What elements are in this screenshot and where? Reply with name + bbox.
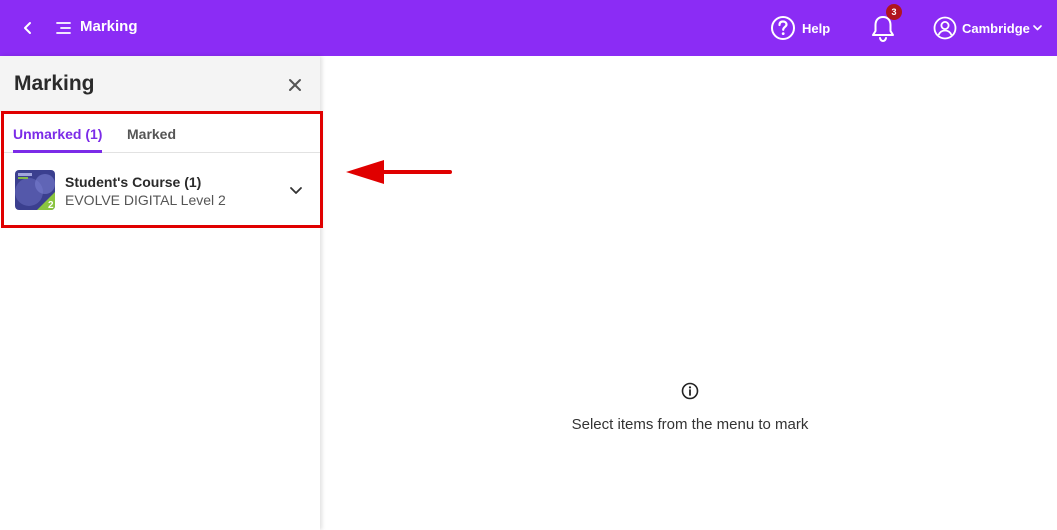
chevron-left-icon [24,22,31,34]
account-label: Cambridge [962,20,1030,36]
expand-course-button[interactable] [288,182,304,198]
course-list-item[interactable]: 2 Student's Course (1) EVOLVE DIGITAL Le… [2,154,320,226]
course-subtitle: EVOLVE DIGITAL Level 2 [65,192,226,208]
help-button[interactable]: Help [770,13,830,43]
chevron-down-icon [1033,25,1042,31]
course-title: Student's Course (1) [65,174,202,190]
menu-icon [56,22,71,34]
empty-state-message: Select items from the menu to mark [571,416,809,433]
annotation-arrow-icon [346,160,452,184]
tab-marked[interactable]: Marked [127,126,176,150]
marking-sidebar: Marking Unmarked (1) Marked 2 Student's … [0,56,320,530]
sidebar-title: Marking [14,72,95,95]
marking-tabs: Unmarked (1) Marked [2,114,320,153]
sidebar-header: Marking [0,56,320,112]
page-title: Marking [80,18,138,35]
close-icon [289,79,301,91]
menu-button[interactable] [52,14,76,42]
info-icon [681,382,699,400]
back-button[interactable] [14,14,42,42]
help-circle-icon [771,16,795,40]
svg-text:2: 2 [48,200,54,210]
tab-unmarked[interactable]: Unmarked (1) [13,126,103,153]
help-label: Help [802,20,831,36]
course-thumbnail: 2 [15,170,55,210]
user-circle-icon [933,16,957,40]
notification-badge: 3 [886,4,902,20]
chevron-down-icon [290,186,302,194]
top-app-bar: Marking Help 3 Cambridge [0,0,1057,56]
close-sidebar-button[interactable] [284,74,306,96]
account-menu[interactable]: Cambridge [933,14,1042,42]
